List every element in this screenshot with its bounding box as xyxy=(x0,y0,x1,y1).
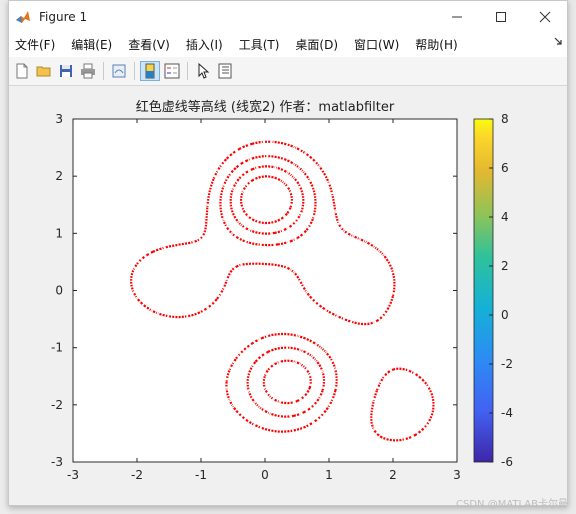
print-button[interactable] xyxy=(78,61,98,81)
y-tick-label: -3 xyxy=(51,455,63,469)
title-bar: Figure 1 xyxy=(9,1,567,32)
figure-window: Figure 1 文件(F) 编辑(E) 查看(V) 插入(I) 工具(T) 桌… xyxy=(8,0,568,506)
link-figure-button[interactable] xyxy=(109,61,129,81)
y-tick-label: -1 xyxy=(51,341,63,355)
colorbar-tick-label: 4 xyxy=(501,210,509,224)
toolbar xyxy=(9,57,567,86)
menu-edit[interactable]: 编辑(E) xyxy=(63,36,120,53)
legend-toggle-icon xyxy=(164,63,180,79)
edit-plot-button[interactable] xyxy=(193,61,213,81)
window-title: Figure 1 xyxy=(39,9,88,24)
edit-plot-arrow-icon xyxy=(198,63,210,79)
y-tick-label: 3 xyxy=(55,112,63,126)
maximize-icon xyxy=(496,11,506,22)
contour-plot[interactable]: 红色虚线等高线 (线宽2) 作者：matlabfilter -3 -2 -1 0 1 2 3 3… xyxy=(9,86,567,506)
y-tick-label: -2 xyxy=(51,398,63,412)
colorbar-tick-label: 2 xyxy=(501,259,509,273)
close-icon xyxy=(539,11,551,22)
legend-toggle-button[interactable] xyxy=(162,61,182,81)
matlab-logo-icon xyxy=(15,8,31,25)
plot-title: 红色虚线等高线 (线宽2) 作者：matlabfilter xyxy=(136,99,395,115)
colorbar-tick-label: 0 xyxy=(501,308,509,322)
x-tick-label: 0 xyxy=(261,468,269,482)
new-figure-icon xyxy=(16,63,28,79)
menu-bar: 文件(F) 编辑(E) 查看(V) 插入(I) 工具(T) 桌面(D) 窗口(W… xyxy=(9,32,567,57)
toolbar-separator xyxy=(103,62,104,80)
close-button[interactable] xyxy=(523,1,567,32)
open-file-button[interactable] xyxy=(34,61,54,81)
x-tick-label: 1 xyxy=(325,468,333,482)
colorbar-tick-label: 8 xyxy=(501,112,509,126)
menu-window[interactable]: 窗口(W) xyxy=(346,36,407,53)
save-button[interactable] xyxy=(56,61,76,81)
colorbar xyxy=(473,118,494,463)
menu-insert[interactable]: 插入(I) xyxy=(178,36,231,53)
y-tick-label: 1 xyxy=(55,226,63,240)
menu-help[interactable]: 帮助(H) xyxy=(407,36,465,53)
colorbar-tick-label: 6 xyxy=(501,161,509,175)
y-tick-label: 0 xyxy=(55,284,63,298)
property-inspector-icon xyxy=(218,63,232,79)
x-tick-label: -2 xyxy=(131,468,143,482)
colorbar-tick-label: -2 xyxy=(501,357,513,371)
window-controls xyxy=(435,1,567,32)
save-icon xyxy=(60,65,72,77)
toolbar-separator xyxy=(134,62,135,80)
dock-arrow-icon[interactable] xyxy=(553,36,563,46)
minimize-button[interactable] xyxy=(435,1,479,32)
x-tick-label: 2 xyxy=(389,468,397,482)
menu-file[interactable]: 文件(F) xyxy=(9,36,63,53)
menu-tools[interactable]: 工具(T) xyxy=(231,36,288,53)
maximize-button[interactable] xyxy=(479,1,523,32)
x-tick-label: -1 xyxy=(195,468,207,482)
figure-canvas: 红色虚线等高线 (线宽2) 作者：matlabfilter -3 -2 -1 0 1 2 3 3… xyxy=(9,86,567,505)
colorbar-toggle-icon xyxy=(145,63,155,79)
link-figure-icon xyxy=(112,64,126,78)
y-tick-label: 2 xyxy=(55,169,63,183)
colorbar-tick-label: -4 xyxy=(501,406,513,420)
print-icon xyxy=(81,63,95,79)
toolbar-separator xyxy=(187,62,188,80)
menu-view[interactable]: 查看(V) xyxy=(120,36,178,53)
x-tick-label: -3 xyxy=(67,468,79,482)
menu-desktop[interactable]: 桌面(D) xyxy=(287,36,346,53)
new-figure-button[interactable] xyxy=(12,61,32,81)
property-inspector-button[interactable] xyxy=(215,61,235,81)
x-tick-label: 3 xyxy=(453,468,461,482)
watermark-text: CSDN @MATLAB卡尔曼 xyxy=(456,499,568,510)
minimize-icon xyxy=(452,16,462,17)
colorbar-tick-label: -6 xyxy=(501,455,513,469)
open-folder-icon xyxy=(36,66,51,77)
colorbar-toggle-button[interactable] xyxy=(140,61,160,81)
